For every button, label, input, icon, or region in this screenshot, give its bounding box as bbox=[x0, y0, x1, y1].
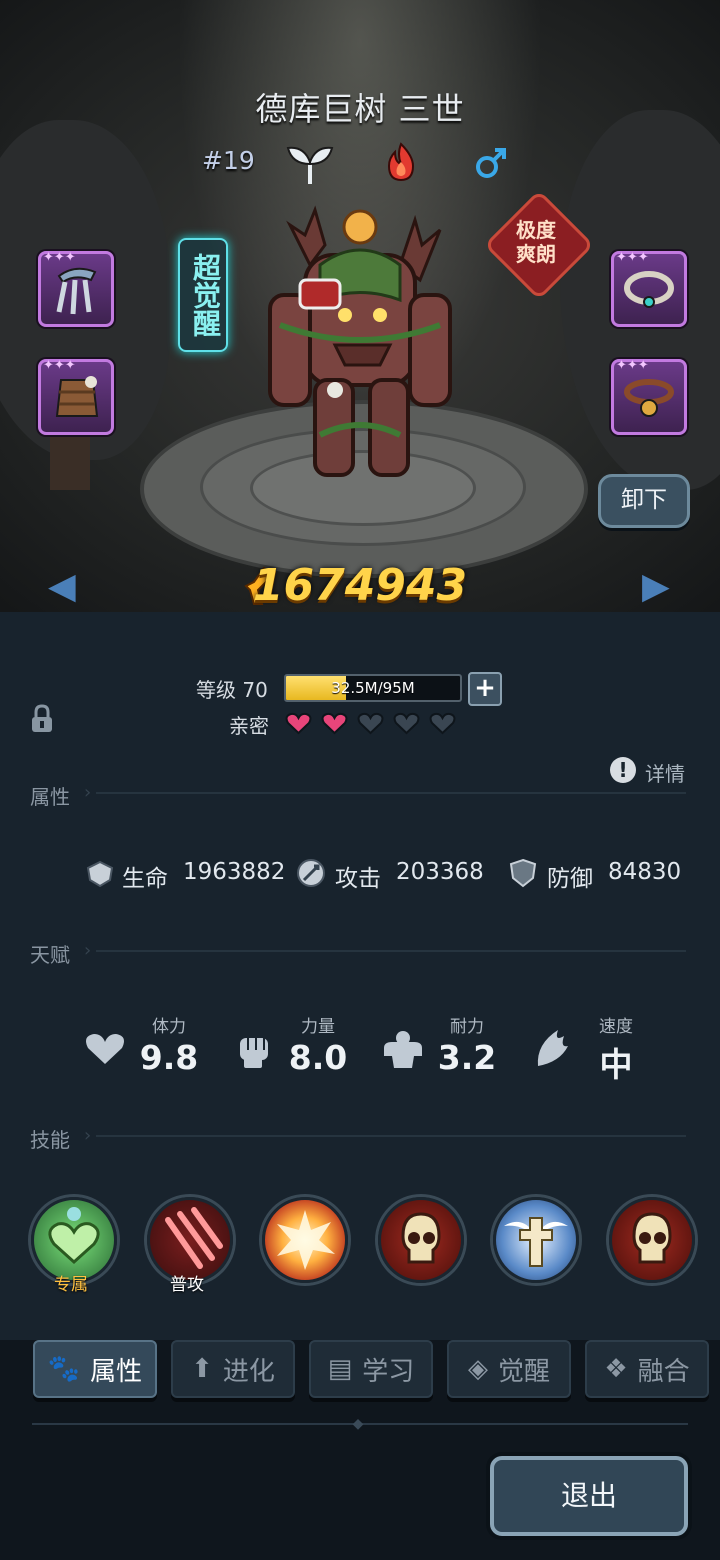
section-divider bbox=[96, 792, 686, 794]
endurance-muscle-icon bbox=[384, 1031, 422, 1068]
divider-ornament-icon: ◆ bbox=[352, 1416, 364, 1432]
beast-mask-icon: ◈ bbox=[467, 1354, 488, 1384]
attack-value: 203368 bbox=[396, 859, 484, 885]
defense-value: 84830 bbox=[608, 859, 682, 885]
attack-label: 攻击 bbox=[335, 866, 381, 892]
talent-value-stamina: 9.8 bbox=[139, 1038, 199, 1077]
talent-name-speed: 速度 bbox=[599, 1017, 633, 1037]
skull-icon bbox=[632, 1212, 672, 1264]
info-icon[interactable]: ! bbox=[610, 757, 636, 783]
strength-fist-icon bbox=[240, 1038, 268, 1068]
skill-skull-2[interactable] bbox=[609, 1197, 695, 1283]
unequip-button[interactable]: 卸下 bbox=[598, 474, 690, 528]
lock-icon[interactable] bbox=[30, 704, 54, 734]
heart-empty-icon bbox=[429, 712, 456, 735]
sprout-icon bbox=[286, 146, 334, 184]
skill-tag-exclusive: 专属 bbox=[54, 1275, 88, 1295]
skull-icon bbox=[401, 1212, 441, 1264]
talent-value-endurance: 3.2 bbox=[437, 1038, 497, 1077]
hp-label: 生命 bbox=[122, 866, 168, 892]
exclusive-skill-icon bbox=[48, 1207, 100, 1265]
super-awakening-badge: 超觉醒 bbox=[178, 238, 228, 352]
tab-label: 学习 bbox=[362, 1356, 415, 1387]
equipment-slot-accessory[interactable]: ✦✦✦ bbox=[611, 359, 687, 435]
add-exp-button[interactable]: + bbox=[468, 672, 502, 706]
hero-number: #19 bbox=[202, 146, 255, 175]
exp-bar: 32.5M/95M bbox=[284, 674, 462, 702]
tab-label: 属性 bbox=[90, 1356, 143, 1387]
level-label: 等级 70 bbox=[196, 678, 268, 702]
talents-section-title: 天赋 bbox=[30, 943, 70, 967]
defense-label: 防御 bbox=[547, 866, 593, 892]
necklace-icon bbox=[624, 271, 674, 308]
up-arrow-icon: ⬆ bbox=[191, 1354, 213, 1384]
hp-shield-icon bbox=[86, 860, 114, 888]
claw-weapon-icon bbox=[56, 267, 97, 315]
speed-wing-icon bbox=[537, 1030, 568, 1066]
hp-value: 1963882 bbox=[183, 859, 286, 885]
skill-tag-normal-attack: 普攻 bbox=[170, 1275, 204, 1295]
armor-icon bbox=[55, 376, 99, 417]
defense-shield-icon bbox=[509, 858, 537, 888]
intimacy-label: 亲密 bbox=[229, 714, 269, 738]
section-chevron-icon: › bbox=[84, 1125, 92, 1146]
book-icon: ▤ bbox=[327, 1354, 353, 1384]
hero-name: 德库巨树 三世 bbox=[255, 90, 465, 128]
male-icon bbox=[476, 148, 506, 178]
tab-learn[interactable]: ▤ 学习 bbox=[309, 1340, 433, 1398]
tab-label: 进化 bbox=[222, 1356, 275, 1387]
skill-skull-1[interactable] bbox=[378, 1197, 464, 1283]
claw-slash-icon bbox=[165, 1207, 223, 1269]
tree-golem-illustration bbox=[268, 205, 452, 477]
exit-button[interactable]: 退出 bbox=[490, 1456, 688, 1536]
section-chevron-icon: › bbox=[84, 782, 92, 803]
combat-power-value: 1674943 bbox=[252, 560, 468, 611]
tab-fusion[interactable]: ❖ 融合 bbox=[585, 1340, 709, 1398]
tab-label: 觉醒 bbox=[497, 1356, 550, 1387]
stamina-heart-icon bbox=[86, 1034, 124, 1064]
star-rank-icon: ✦✦✦ bbox=[616, 358, 649, 373]
talent-name-endurance: 耐力 bbox=[450, 1017, 484, 1037]
trait-badge-line1: 极度 bbox=[516, 218, 556, 242]
talent-value-speed: 中 bbox=[599, 1045, 633, 1084]
bell-collar-icon bbox=[624, 379, 674, 417]
attributes-section-title: 属性 bbox=[30, 785, 70, 809]
tab-attributes[interactable]: 🐾 属性 bbox=[33, 1340, 157, 1398]
heart-empty-icon bbox=[393, 712, 420, 735]
heart-empty-icon bbox=[357, 712, 384, 735]
heart-filled-icon bbox=[285, 712, 312, 735]
paw-icon: 🐾 bbox=[47, 1354, 81, 1384]
equipment-slot-weapon[interactable]: ✦✦✦ bbox=[38, 251, 114, 327]
trait-badge-text: 极度 爽朗 bbox=[500, 218, 572, 266]
star-rank-icon: ✦✦✦ bbox=[616, 250, 649, 265]
talent-name-strength: 力量 bbox=[301, 1017, 335, 1037]
equipment-slot-armor[interactable]: ✦✦✦ bbox=[38, 359, 114, 435]
stats-panel: 等级 70 32.5M/95M + 亲密 ! 详情 属性 › 生命 196388… bbox=[0, 612, 720, 1340]
equipment-slot-necklace[interactable]: ✦✦✦ bbox=[611, 251, 687, 327]
tab-label: 融合 bbox=[637, 1356, 690, 1387]
section-divider bbox=[96, 950, 686, 952]
winged-cross-icon bbox=[504, 1217, 568, 1267]
attack-sword-icon bbox=[297, 859, 325, 887]
trait-badge-line2: 爽朗 bbox=[516, 242, 556, 266]
fire-icon bbox=[387, 142, 415, 182]
exp-text: 32.5M/95M bbox=[331, 679, 415, 697]
intimacy-hearts bbox=[285, 712, 456, 735]
fusion-icon: ❖ bbox=[604, 1354, 628, 1384]
skills-section-title: 技能 bbox=[30, 1128, 70, 1152]
hero-showcase: 德库巨树 三世 #19 ✦✦✦ ✦✦✦ ✦✦✦ ✦✦✦ 超觉醒 极度 爽朗 卸下… bbox=[0, 0, 720, 612]
section-chevron-icon: › bbox=[84, 940, 92, 961]
heart-filled-icon bbox=[321, 712, 348, 735]
tab-evolve[interactable]: ⬆ 进化 bbox=[171, 1340, 295, 1398]
tab-awaken[interactable]: ◈ 觉醒 bbox=[447, 1340, 571, 1398]
section-divider bbox=[96, 1135, 686, 1137]
talent-value-strength: 8.0 bbox=[288, 1038, 348, 1077]
details-link[interactable]: 详情 bbox=[645, 758, 685, 787]
skill-explosion[interactable] bbox=[262, 1197, 348, 1283]
talent-name-stamina: 体力 bbox=[152, 1017, 186, 1037]
explosion-icon bbox=[277, 1210, 335, 1270]
skill-winged-cross[interactable] bbox=[493, 1197, 579, 1283]
